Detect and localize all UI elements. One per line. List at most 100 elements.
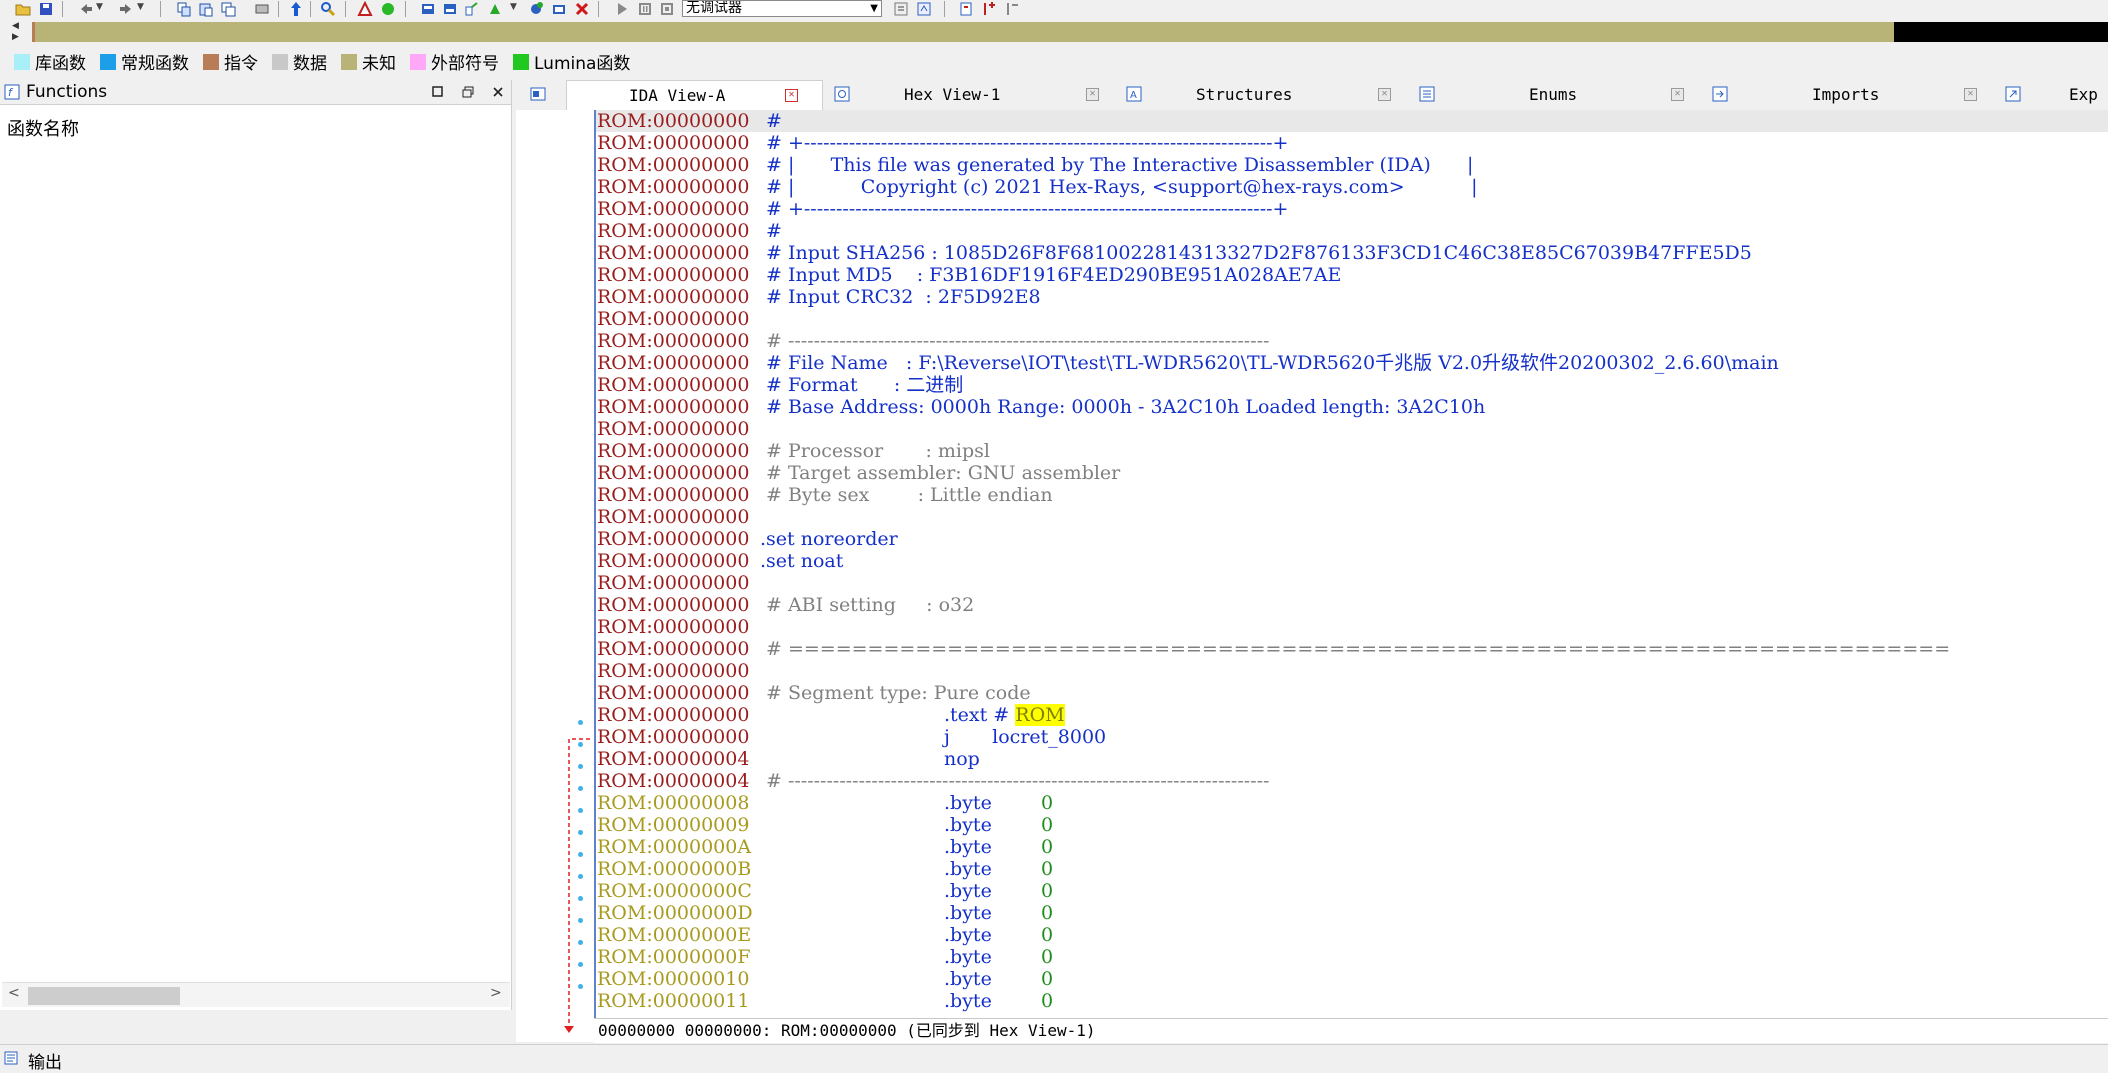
tab-enums[interactable]: Enums ✕: [1409, 80, 1699, 109]
graph-icon[interactable]: [357, 1, 373, 17]
disasm-line[interactable]: ROM:00000008 .byte 0: [596, 792, 2108, 814]
disasm-line[interactable]: ROM:00000000 .set noat: [596, 550, 2108, 572]
line-text[interactable]: # Input SHA256 : 1085D26F8F6810022814313…: [766, 242, 1752, 264]
disasm-line[interactable]: ROM:00000000 # Segment type: Pure code: [596, 682, 2108, 704]
line-address[interactable]: ROM:00000009: [597, 814, 749, 836]
line-address[interactable]: ROM:00000000: [597, 704, 749, 726]
disasm-line[interactable]: ROM:0000000A .byte 0: [596, 836, 2108, 858]
breakpoint-add-icon[interactable]: [981, 1, 997, 17]
debugger-select[interactable]: 无调试器 ▼: [682, 0, 882, 17]
disasm-line[interactable]: ROM:00000000 # Target assembler: GNU asse…: [596, 462, 2108, 484]
line-text[interactable]: # ======================================…: [766, 638, 1950, 660]
graph-icon[interactable]: [487, 1, 503, 17]
line-value[interactable]: 0: [1041, 902, 1053, 924]
line-text[interactable]: .byte: [944, 858, 992, 880]
disasm-line[interactable]: ROM:00000000 #: [596, 220, 2108, 242]
disasm-line[interactable]: ROM:00000000 # File Name : F:\Reverse\IOT…: [596, 352, 2108, 374]
disasm-line[interactable]: ROM:00000000 # Base Address: 0000h Range:…: [596, 396, 2108, 418]
line-text[interactable]: nop: [944, 748, 980, 770]
line-text[interactable]: .byte: [944, 946, 992, 968]
line-address[interactable]: ROM:00000000: [597, 330, 749, 352]
disasm-line[interactable]: ROM:00000010 .byte 0: [596, 968, 2108, 990]
line-address[interactable]: ROM:00000000: [597, 242, 749, 264]
line-text[interactable]: # Input CRC32 : 2F5D92E8: [766, 286, 1041, 308]
line-text[interactable]: .byte: [944, 836, 992, 858]
line-value[interactable]: 0: [1041, 924, 1053, 946]
line-text[interactable]: .byte: [944, 968, 992, 990]
scrollbar-thumb[interactable]: [28, 987, 180, 1005]
line-text[interactable]: # +-------------------------------------…: [766, 198, 1288, 220]
line-address[interactable]: ROM:0000000C: [597, 880, 752, 902]
pause-icon[interactable]: [637, 1, 653, 17]
disasm-line[interactable]: ROM:00000000 # ABI setting : o32: [596, 594, 2108, 616]
line-address[interactable]: ROM:00000000: [597, 660, 749, 682]
start-icon[interactable]: [380, 1, 396, 17]
breakpoint-icon[interactable]: [420, 1, 436, 17]
jump-icon[interactable]: [288, 1, 304, 17]
ida-view-disassembly[interactable]: ROM:00000000 # ROM:00000000 # +------------…: [594, 110, 2108, 1018]
line-address[interactable]: ROM:00000000: [597, 374, 749, 396]
line-text[interactable]: #: [766, 110, 782, 132]
line-address[interactable]: ROM:00000000: [597, 110, 749, 132]
line-address[interactable]: ROM:0000000F: [597, 946, 751, 968]
line-address[interactable]: ROM:00000000: [597, 440, 749, 462]
line-address[interactable]: ROM:00000000: [597, 594, 749, 616]
line-text[interactable]: .byte: [944, 814, 992, 836]
line-address[interactable]: ROM:00000000: [597, 682, 749, 704]
disasm-line[interactable]: ROM:00000000: [596, 506, 2108, 528]
restore-icon[interactable]: [432, 86, 444, 98]
disasm-line[interactable]: ROM:0000000F .byte 0: [596, 946, 2108, 968]
line-text[interactable]: # Format : 二进制: [766, 374, 963, 396]
close-tab-icon[interactable]: ✕: [1086, 88, 1099, 101]
line-text[interactable]: .text # ROM: [944, 704, 1065, 726]
debug-options-icon[interactable]: [893, 1, 909, 17]
disasm-line[interactable]: ROM:00000009 .byte 0: [596, 814, 2108, 836]
graph-icon[interactable]: [551, 1, 567, 17]
paste-icon[interactable]: [198, 1, 214, 17]
tab-imports[interactable]: Imports ✕: [1702, 80, 1992, 109]
line-address[interactable]: ROM:00000000: [597, 352, 749, 374]
highlighted-segment-name[interactable]: ROM: [1015, 704, 1065, 726]
disasm-line[interactable]: ROM:00000000 # +-------------------------…: [596, 198, 2108, 220]
line-address[interactable]: ROM:0000000D: [597, 902, 753, 924]
disasm-line[interactable]: ROM:00000000 # Input CRC32 : 2F5D92E8: [596, 286, 2108, 308]
disasm-line[interactable]: ROM:00000000 # | Copyright (c) 2021 Hex-R…: [596, 176, 2108, 198]
line-text[interactable]: .byte: [944, 902, 992, 924]
line-address[interactable]: ROM:00000000: [597, 462, 749, 484]
line-text[interactable]: # Processor : mipsl: [766, 440, 990, 462]
line-address[interactable]: ROM:00000000: [597, 308, 749, 330]
line-address[interactable]: ROM:00000000: [597, 484, 749, 506]
copy-icon[interactable]: [220, 1, 236, 17]
close-tab-icon[interactable]: ✕: [1378, 88, 1391, 101]
line-value[interactable]: 0: [1041, 946, 1053, 968]
close-tab-icon[interactable]: ✕: [1964, 88, 1977, 101]
disasm-line[interactable]: ROM:00000000 # Format : 二进制: [596, 374, 2108, 396]
line-address[interactable]: ROM:00000000: [597, 396, 749, 418]
line-text[interactable]: .set noreorder: [760, 528, 898, 550]
bookmark-icon[interactable]: [958, 1, 974, 17]
navigation-strip[interactable]: [32, 22, 2108, 42]
line-address[interactable]: ROM:00000004: [597, 770, 749, 792]
copy-icon[interactable]: [176, 1, 192, 17]
line-text[interactable]: # | Copyright (c) 2021 Hex-Rays, <suppor…: [766, 176, 1478, 198]
tab-exports[interactable]: Exp: [1995, 80, 2108, 109]
output-panel-bar[interactable]: 输出: [0, 1044, 2108, 1073]
functions-horizontal-scrollbar[interactable]: < >: [2, 982, 510, 1007]
line-address[interactable]: ROM:00000000: [597, 198, 749, 220]
line-text[interactable]: # +-------------------------------------…: [766, 132, 1288, 154]
line-text[interactable]: # File Name : F:\Reverse\IOT\test\TL-WDR…: [766, 352, 1779, 374]
line-text[interactable]: .byte: [944, 924, 992, 946]
disasm-line[interactable]: ROM:00000000 #: [596, 110, 2108, 132]
line-text[interactable]: j locret_8000: [944, 726, 1106, 748]
graph-icon[interactable]: [464, 1, 480, 17]
line-value[interactable]: 0: [1041, 792, 1053, 814]
disasm-line[interactable]: ROM:00000000: [596, 418, 2108, 440]
line-address[interactable]: ROM:00000000: [597, 638, 749, 660]
disasm-line[interactable]: ROM:0000000C .byte 0: [596, 880, 2108, 902]
search-icon[interactable]: [320, 1, 336, 17]
line-address[interactable]: ROM:00000000: [597, 264, 749, 286]
disasm-line[interactable]: ROM:00000000 # +-------------------------…: [596, 132, 2108, 154]
view-list-icon[interactable]: [530, 86, 546, 102]
close-icon[interactable]: [574, 1, 590, 17]
breakpoint-icon[interactable]: [442, 1, 458, 17]
